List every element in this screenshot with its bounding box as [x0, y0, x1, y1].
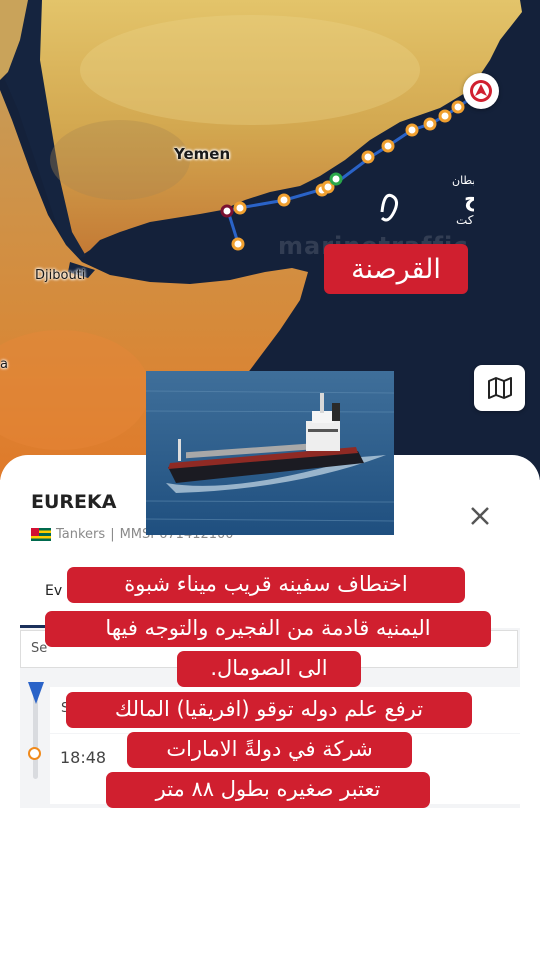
track-point: [277, 193, 291, 207]
start-position-marker: [220, 204, 234, 218]
vessel-photo: [146, 371, 394, 535]
tab-events[interactable]: Ev: [45, 583, 62, 599]
caption-line: اختطاف سفينه قريب ميناء شبوة: [67, 567, 465, 603]
brand-logo: القبطان ممدوح الساكت: [378, 172, 474, 230]
track-point: [405, 123, 419, 137]
event-dot-icon: [28, 747, 41, 760]
caption-line: تعتبر صغيره بطول ٨٨ متر: [106, 772, 430, 808]
event-time: 18:48: [60, 748, 107, 767]
map-icon: [487, 377, 512, 399]
country-label-djibouti: Djibouti: [35, 268, 86, 283]
close-icon: [471, 507, 489, 525]
togo-flag-icon: [31, 528, 51, 541]
svg-text:ممدوح: ممدوح: [464, 187, 474, 212]
track-point: [451, 100, 465, 114]
track-point: [423, 117, 437, 131]
caption-line: الى الصومال.: [177, 651, 361, 687]
current-position-marker: [329, 172, 343, 186]
track-point: [438, 109, 452, 123]
track-point: [361, 150, 375, 164]
vessel-type: Tankers: [56, 527, 106, 542]
piracy-banner: القرصنة: [324, 244, 468, 294]
meta-separator: |: [110, 527, 115, 542]
track-point: [381, 139, 395, 153]
track-point: [231, 237, 245, 251]
country-label-yemen: Yemen: [174, 145, 231, 163]
map-layers-button[interactable]: [474, 365, 525, 411]
timeline-arrow-icon: [27, 681, 45, 709]
country-label-partial: a: [0, 357, 8, 372]
track-point: [233, 201, 247, 215]
svg-text:الساكت: الساكت: [456, 213, 474, 227]
caption-line: اليمنيه قادمة من الفجيره والتوجه فيها: [45, 611, 491, 647]
close-button[interactable]: [466, 502, 494, 530]
caption-line: شركة في دولةً الامارات: [127, 732, 412, 768]
vessel-name: EUREKA: [31, 491, 117, 513]
compass-button[interactable]: [463, 73, 499, 109]
compass-icon: [470, 80, 492, 102]
svg-text:القبطان: القبطان: [452, 174, 474, 187]
caption-line: ترفع علم دوله توقو (افريقيا) المالك: [66, 692, 472, 728]
